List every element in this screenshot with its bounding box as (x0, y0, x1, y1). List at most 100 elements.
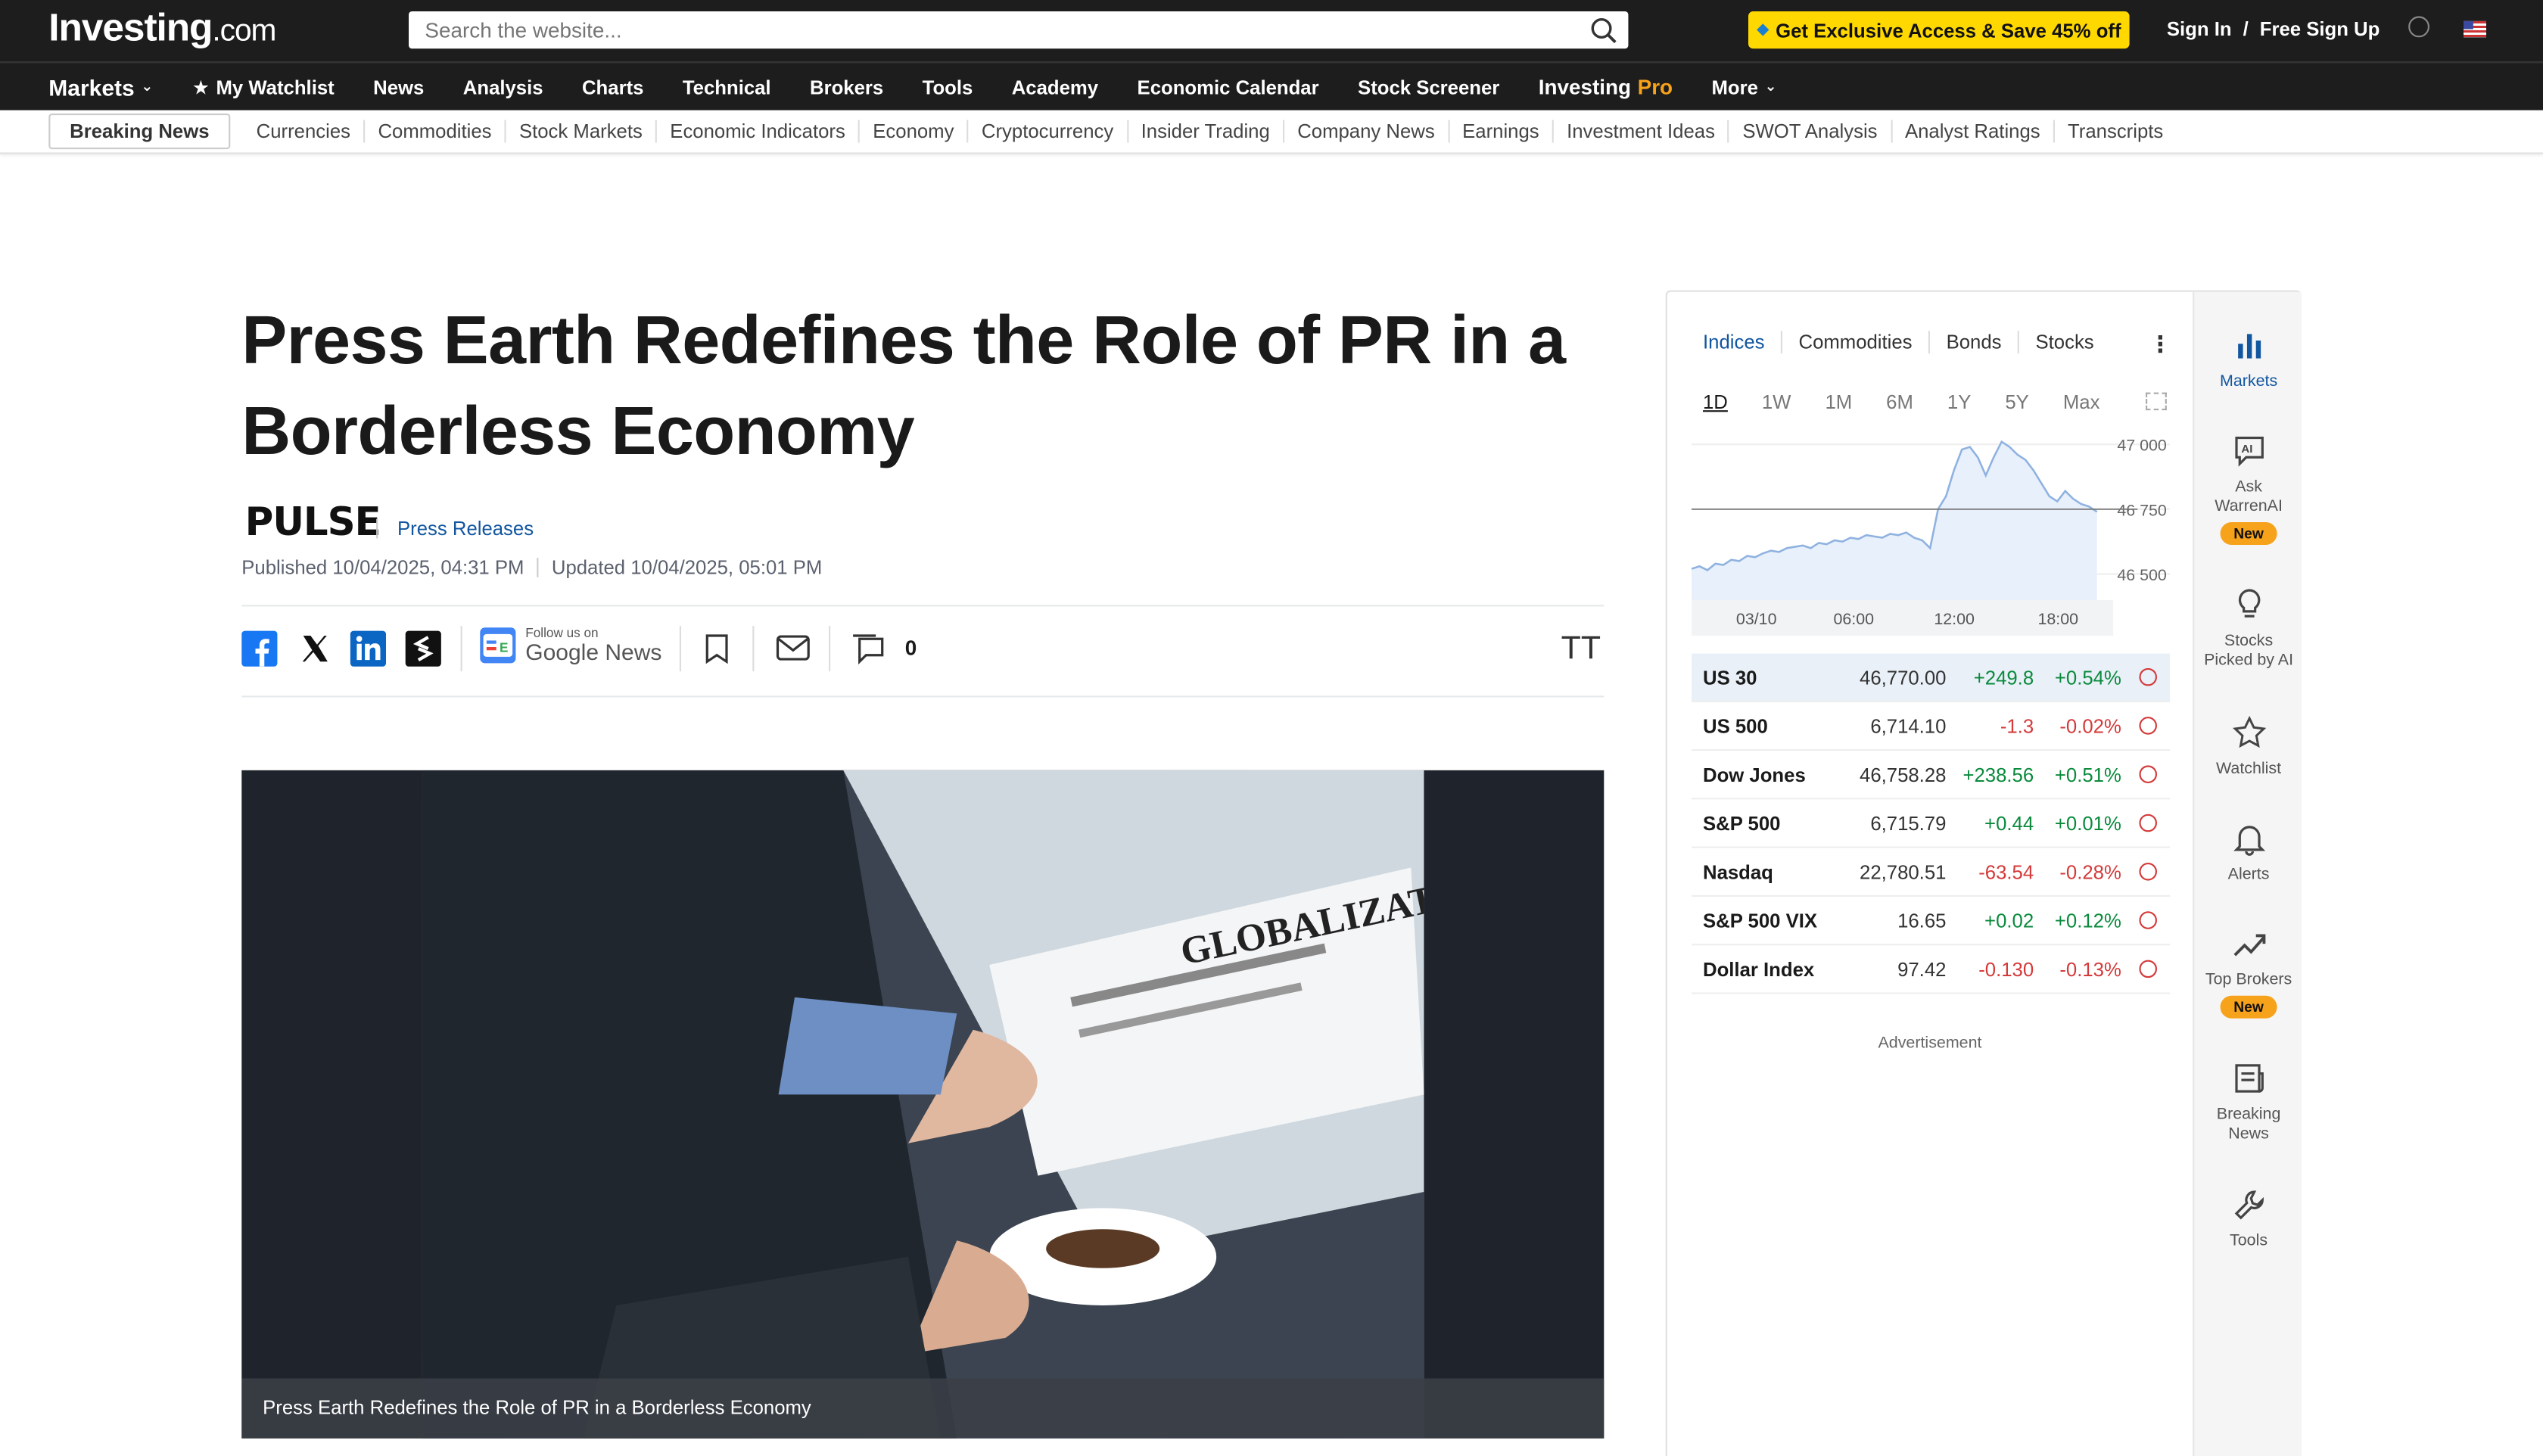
search-input[interactable] (425, 17, 1561, 42)
clock-icon[interactable] (2408, 16, 2429, 38)
source-logo[interactable]: PULSE (245, 499, 381, 545)
period-1d[interactable]: 1D (1703, 390, 1728, 413)
linkedin-icon[interactable] (350, 630, 386, 667)
diamond-icon: ◆ (1757, 20, 1770, 39)
advertisement-label: Advertisement (1878, 1034, 1982, 1053)
subnav-item[interactable]: Transcripts (2055, 120, 2177, 143)
rail-breaking-news[interactable]: Breaking News (2194, 1060, 2303, 1144)
nav-brokers[interactable]: Brokers (810, 76, 883, 98)
updated-date: Updated 10/04/2025, 05:01 PM (551, 556, 823, 579)
subnav-item[interactable]: Company News (1284, 120, 1450, 143)
auth-links: Sign In / Free Sign Up (2167, 18, 2380, 41)
subnav-item[interactable]: Economic Indicators (657, 120, 861, 143)
nav-technical[interactable]: Technical (683, 76, 771, 98)
period-1m[interactable]: 1M (1825, 390, 1852, 413)
chart-x-tick-label: 06:00 (1833, 610, 1874, 628)
quote-row[interactable]: S&P 500 6,715.79 +0.44 +0.01% (1692, 799, 2171, 848)
rail-watchlist[interactable]: Watchlist (2194, 715, 2303, 780)
svg-text:AI: AI (2240, 443, 2252, 456)
subnav-item[interactable]: Earnings (1449, 120, 1554, 143)
bar-chart-icon (2237, 334, 2261, 359)
search-icon[interactable] (1589, 16, 1619, 45)
market-tabs: Indices Commodities Bonds Stocks (1703, 331, 2110, 354)
quote-row[interactable]: US 30 46,770.00 +249.8 +0.54% (1692, 653, 2171, 702)
bell-icon (2233, 826, 2265, 856)
subnav-item[interactable]: Investment Ideas (1554, 120, 1730, 143)
tab-bonds[interactable]: Bonds (1930, 331, 2020, 354)
subnav-item[interactable]: Commodities (365, 120, 506, 143)
rail-top-brokers[interactable]: Top Brokers New (2194, 926, 2303, 1019)
comment-icon[interactable] (850, 633, 886, 667)
subnav-item[interactable]: Currencies (244, 120, 366, 143)
quote-row[interactable]: S&P 500 VIX 16.65 +0.02 +0.12% (1692, 897, 2171, 946)
tab-stocks[interactable]: Stocks (2019, 331, 2110, 353)
nav-markets-label: Markets (48, 73, 135, 100)
quote-row[interactable]: Dow Jones 46,758.28 +238.56 +0.51% (1692, 751, 2171, 800)
promo-button[interactable]: ◆ Get Exclusive Access & Save 45% off (1748, 11, 2130, 49)
bookmark-icon[interactable] (702, 633, 732, 665)
rail-tools[interactable]: Tools (2194, 1187, 2303, 1252)
quote-price: 22,780.51 (1860, 860, 1947, 883)
rail-breaking-label-b: News (2228, 1125, 2269, 1143)
sign-in-link[interactable]: Sign In (2167, 18, 2232, 41)
search-bar[interactable] (409, 11, 1629, 49)
quote-name: S&P 500 VIX (1703, 909, 1818, 932)
nav-markets[interactable]: Markets ⌄ (48, 74, 153, 100)
stocktwits-icon[interactable] (405, 630, 441, 667)
tab-commodities[interactable]: Commodities (1782, 331, 1931, 354)
rail-tools-label: Tools (2230, 1232, 2268, 1251)
subnav-item[interactable]: SWOT Analysis (1729, 120, 1892, 143)
chart-x-tick-label: 03/10 (1736, 610, 1777, 628)
rail-alerts[interactable]: Alerts (2194, 820, 2303, 885)
nav-tools[interactable]: Tools (923, 76, 973, 98)
period-1w[interactable]: 1W (1762, 390, 1791, 413)
nav-economic-calendar[interactable]: Economic Calendar (1138, 76, 1319, 98)
subnav-item[interactable]: Analyst Ratings (1892, 120, 2055, 143)
google-news-follow[interactable]: E Follow us on Google News (480, 626, 661, 663)
comment-count[interactable]: 0 (905, 636, 917, 660)
period-max[interactable]: Max (2063, 390, 2100, 413)
newspaper-icon (2234, 1064, 2263, 1093)
share-divider (829, 626, 831, 672)
period-6m[interactable]: 6M (1886, 390, 1913, 413)
category-link[interactable]: Press Releases (397, 518, 534, 540)
nav-stock-screener[interactable]: Stock Screener (1358, 76, 1499, 98)
period-1y[interactable]: 1Y (1947, 390, 1971, 413)
quote-change: -1.3 (2000, 714, 2034, 737)
subnav-item[interactable]: Cryptocurrency (969, 120, 1128, 143)
subnav-item[interactable]: Economy (860, 120, 969, 143)
more-options-icon[interactable]: ⋮ (2149, 331, 2171, 358)
subnav-item[interactable]: Insider Trading (1128, 120, 1285, 143)
quote-name: Dollar Index (1703, 957, 1815, 981)
email-icon[interactable] (775, 634, 811, 661)
nav-more[interactable]: More ⌄ (1711, 76, 1776, 98)
x-twitter-icon[interactable] (297, 630, 333, 667)
quote-row[interactable]: Dollar Index 97.42 -0.130 -0.13% (1692, 945, 2171, 994)
rail-watchlist-label: Watchlist (2215, 760, 2282, 779)
tab-indices[interactable]: Indices (1703, 331, 1783, 354)
subnav-item[interactable]: Stock Markets (506, 120, 658, 143)
rail-markets[interactable]: Markets (2194, 328, 2303, 393)
rail-stocks-picked-by-ai[interactable]: Stocks Picked by AI (2194, 587, 2303, 671)
us-flag-icon[interactable] (2464, 20, 2486, 38)
quote-row[interactable]: US 500 6,714.10 -1.3 -0.02% (1692, 702, 2171, 751)
period-5y[interactable]: 5Y (2005, 390, 2028, 413)
quote-price: 46,770.00 (1860, 665, 1947, 689)
nav-more-label: More (1711, 75, 1758, 98)
nav-news[interactable]: News (373, 76, 424, 98)
index-chart[interactable]: 47 000 46 750 46 500 03/10 06:00 12:00 18:00 (1692, 425, 2171, 636)
nav-analysis[interactable]: Analysis (463, 76, 543, 98)
nav-watchlist[interactable]: ★ My Watchlist (192, 76, 335, 98)
expand-chart-icon[interactable] (2146, 392, 2167, 411)
nav-charts[interactable]: Charts (582, 76, 643, 98)
nav-academy[interactable]: Academy (1012, 76, 1098, 98)
site-logo[interactable]: Investing .com (48, 7, 276, 52)
subnav-breaking-news[interactable]: Breaking News (48, 114, 231, 150)
font-size-toggle[interactable]: TT (1561, 631, 1601, 668)
sign-up-link[interactable]: Free Sign Up (2260, 18, 2380, 41)
chart-x-tick-label: 18:00 (2037, 610, 2078, 628)
quote-row[interactable]: Nasdaq 22,780.51 -63.54 -0.28% (1692, 848, 2171, 897)
rail-ask-warrenai[interactable]: AI Ask WarrenAI New (2194, 433, 2303, 545)
nav-investingpro[interactable]: Investing Pro (1539, 75, 1673, 99)
facebook-icon[interactable] (241, 630, 278, 667)
